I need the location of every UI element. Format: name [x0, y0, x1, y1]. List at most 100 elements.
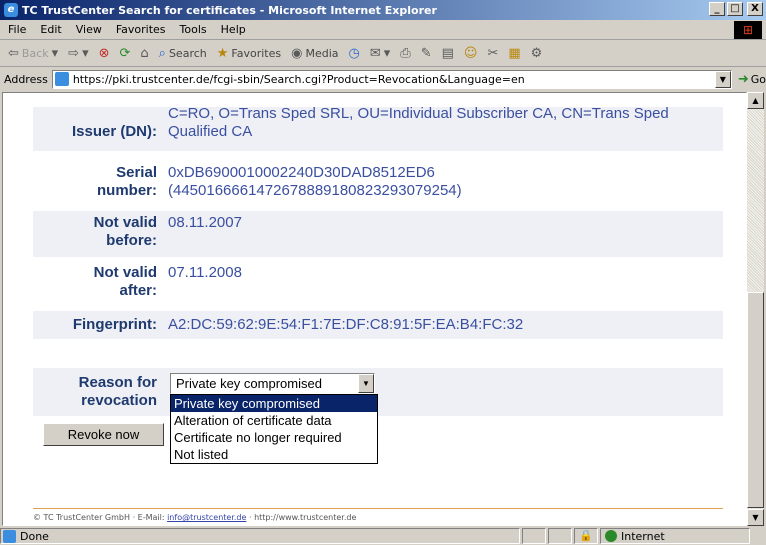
- issuer-value: C=RO, O=Trans Sped SRL, OU=Individual Su…: [168, 105, 669, 140]
- search-icon: ⌕: [158, 46, 166, 61]
- revoke-now-button[interactable]: Revoke now: [43, 423, 164, 446]
- dropdown-option[interactable]: Private key compromised: [171, 395, 377, 412]
- favorites-button[interactable]: ★ Favorites: [217, 46, 281, 61]
- menu-view[interactable]: View: [76, 23, 102, 36]
- stop-button[interactable]: ⊗: [99, 46, 110, 61]
- serial-label-line2: number:: [97, 182, 157, 199]
- not-valid-before-value: 08.11.2007: [168, 214, 242, 231]
- back-arrow-icon: ⇦: [8, 46, 19, 61]
- menu-file[interactable]: File: [8, 23, 26, 36]
- tools-button[interactable]: ✂: [487, 46, 498, 61]
- status-panel: [522, 528, 546, 544]
- address-url: https://pki.trustcenter.de/fcgi-sbin/Sea…: [72, 72, 525, 86]
- title-bar: e TC TrustCenter Search for certificates…: [0, 0, 766, 20]
- go-button[interactable]: ➜ Go: [738, 72, 766, 87]
- zone-label: Internet: [621, 529, 665, 543]
- revocation-label-line2: revocation: [81, 392, 157, 409]
- home-button[interactable]: ⌂: [140, 46, 148, 61]
- search-button[interactable]: ⌕ Search: [159, 46, 207, 61]
- lock-icon[interactable]: 🔒: [574, 528, 598, 544]
- serial-dec-value: (4450166661472678889180823293079254): [168, 182, 462, 199]
- mail-button[interactable]: ✉ ▾: [370, 46, 390, 61]
- dropdown-option[interactable]: Alteration of certificate data: [171, 412, 377, 429]
- serial-label-line1: Serial: [116, 164, 157, 181]
- not-valid-before-label-line1: Not valid: [93, 214, 157, 231]
- maximize-button[interactable]: □: [727, 2, 743, 16]
- not-valid-after-label-line1: Not valid: [93, 264, 157, 281]
- media-label: Media: [305, 47, 339, 60]
- forward-arrow-icon: ⇨: [68, 46, 80, 61]
- media-button[interactable]: ◉ Media: [291, 46, 338, 61]
- menu-favorites[interactable]: Favorites: [116, 23, 166, 36]
- history-icon: ◷: [348, 46, 360, 61]
- discuss-button[interactable]: ▤: [442, 46, 454, 61]
- revocation-label-line1: Reason for: [78, 374, 157, 391]
- chevron-down-icon[interactable]: ▼: [358, 374, 374, 393]
- not-valid-before-label-line2: before:: [106, 232, 157, 249]
- scroll-up-button[interactable]: ▲: [747, 92, 764, 109]
- window-title: TC TrustCenter Search for certificates -…: [22, 3, 437, 17]
- discuss-icon: ▤: [441, 46, 454, 61]
- menu-help[interactable]: Help: [221, 23, 246, 36]
- globe-icon: [605, 530, 617, 542]
- go-arrow-icon: ➜: [737, 71, 749, 87]
- revocation-reason-select[interactable]: Private key compromised ▼: [170, 373, 375, 394]
- page-footer: © TC TrustCenter GmbH · E-Mail: info@tru…: [33, 513, 356, 522]
- fingerprint-value: A2:DC:59:62:9E:54:F1:7E:DF:C8:91:5F:EA:B…: [168, 316, 524, 333]
- toolbar: ⇦ Back ▾ ⇨ ▾ ⊗ ⟳ ⌂ ⌕ Search ★ Favorites …: [0, 41, 766, 67]
- address-input[interactable]: https://pki.trustcenter.de/fcgi-sbin/Sea…: [51, 69, 732, 89]
- footer-email-link[interactable]: info@trustcenter.de: [167, 513, 246, 522]
- stop-icon: ⊗: [98, 46, 110, 61]
- forward-button[interactable]: ⇨ ▾: [68, 46, 88, 61]
- settings-button[interactable]: ⚙: [531, 46, 543, 61]
- chevron-down-icon: ▾: [383, 46, 391, 61]
- history-button[interactable]: ◷: [349, 46, 360, 61]
- tools-icon: ✂: [487, 46, 499, 61]
- dropdown-option[interactable]: Certificate no longer required: [171, 429, 377, 446]
- revocation-reason-dropdown: Private key compromised Alteration of ce…: [170, 394, 378, 464]
- refresh-button[interactable]: ⟳: [120, 46, 131, 61]
- status-text: Done: [20, 529, 49, 543]
- page-icon: [54, 72, 69, 86]
- status-bar: Done 🔒 Internet: [0, 527, 766, 545]
- minimize-button[interactable]: _: [709, 2, 725, 16]
- scroll-down-button[interactable]: ▼: [747, 509, 764, 526]
- window-controls: _ □ X: [709, 2, 763, 16]
- menu-tools[interactable]: Tools: [180, 23, 207, 36]
- go-label: Go: [750, 72, 766, 86]
- windows-logo-icon: ⊞: [734, 21, 762, 39]
- footer-suffix: · http://www.trustcenter.de: [246, 513, 357, 522]
- status-text-panel: Done: [0, 528, 520, 544]
- edit-icon: ✎: [420, 46, 432, 61]
- messenger-icon: ☺: [463, 46, 478, 61]
- refresh-icon: ⟳: [119, 46, 131, 61]
- dropdown-option[interactable]: Not listed: [171, 446, 377, 463]
- serial-hex-value: 0xDB6900010002240D30DAD8512ED6: [168, 164, 435, 181]
- not-valid-after-value: 07.11.2008: [168, 264, 242, 281]
- address-dropdown-button[interactable]: ▼: [714, 70, 731, 88]
- research-icon: ▦: [508, 46, 521, 61]
- chevron-down-icon: ▾: [51, 46, 59, 61]
- footer-prefix: © TC TrustCenter GmbH · E-Mail:: [33, 513, 168, 522]
- menu-edit[interactable]: Edit: [40, 23, 61, 36]
- home-icon: ⌂: [140, 46, 149, 61]
- issuer-label: Issuer (DN):: [71, 123, 157, 140]
- edit-button[interactable]: ✎: [421, 46, 432, 61]
- security-zone[interactable]: Internet: [600, 528, 750, 544]
- page-icon: [3, 529, 16, 543]
- print-button[interactable]: ⎙: [400, 46, 410, 61]
- footer-divider: [33, 508, 723, 509]
- mail-icon: ✉: [369, 46, 381, 61]
- close-button[interactable]: X: [747, 2, 763, 16]
- media-icon: ◉: [291, 46, 303, 61]
- vertical-scrollbar[interactable]: ▲ ▼: [747, 92, 764, 526]
- back-label: Back: [21, 47, 49, 60]
- print-icon: ⎙: [400, 46, 411, 61]
- gear-icon: ⚙: [530, 46, 543, 61]
- favorites-label: Favorites: [231, 47, 282, 60]
- back-button[interactable]: ⇦ Back ▾: [8, 46, 58, 61]
- address-label: Address: [4, 72, 48, 86]
- scroll-thumb[interactable]: [747, 292, 764, 508]
- research-button[interactable]: ▦: [508, 46, 520, 61]
- messenger-button[interactable]: ☺: [464, 46, 478, 61]
